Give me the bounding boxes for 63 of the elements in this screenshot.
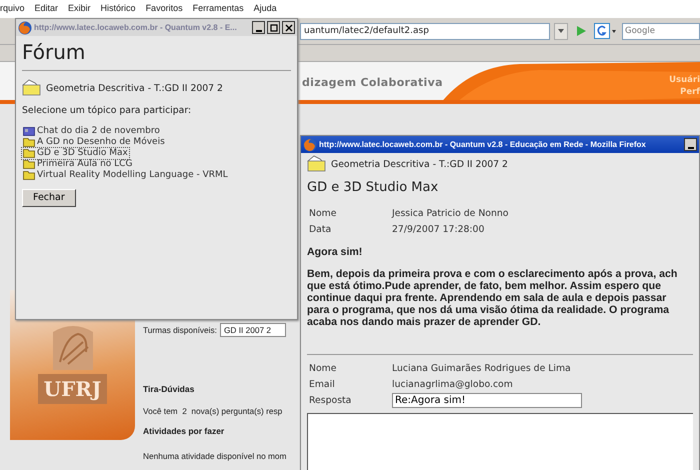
menu-item[interactable]: rquivo	[0, 2, 25, 16]
section-text: Você tem 2 nova(s) pergunta(s) resp	[143, 404, 282, 418]
field-label: Data	[309, 222, 332, 236]
caret-icon	[557, 28, 565, 34]
field-label: Email	[309, 378, 336, 392]
folder-icon	[307, 155, 327, 172]
prompt-text: Selecione um tópico para participar:	[22, 104, 192, 118]
section-heading: Atividades por fazer	[143, 425, 226, 438]
minimize-icon	[256, 30, 262, 32]
globe-icon	[303, 138, 317, 152]
course-title: Geometria Descritiva - T.:GD II 2007 2	[46, 82, 223, 96]
close-icon	[284, 24, 292, 32]
field-value: lucianagrlima@globo.com	[392, 378, 513, 392]
folder-icon	[23, 148, 35, 158]
page-heading: Fórum	[22, 40, 86, 64]
message-subject: Agora sim!	[307, 246, 364, 258]
dropdown-button[interactable]	[554, 22, 568, 40]
section-heading: Tira-Dúvidas	[143, 383, 196, 396]
menu-item[interactable]: Ferramentas	[192, 2, 244, 16]
maximize-button[interactable]	[267, 21, 280, 34]
minimize-icon	[688, 146, 694, 148]
answer-field[interactable]: Re:Agora sim!	[392, 393, 582, 408]
topic-title: GD e 3D Studio Max	[307, 179, 440, 197]
user-info: Usuári Perf	[669, 74, 700, 98]
crest-drawing	[52, 326, 92, 370]
menu-item[interactable]: Editar	[34, 2, 58, 16]
folder-icon	[22, 79, 42, 96]
chat-icon	[23, 126, 35, 136]
window-title: http://www.latec.locaweb.com.br - Quantum v2.8 - E...	[34, 22, 238, 34]
field-label: Nome	[309, 362, 338, 376]
menu-item[interactable]: Histórico	[100, 2, 136, 16]
course-title: Geometria Descritiva - T.:GD II 2007 2	[331, 158, 508, 172]
play-icon	[574, 24, 588, 38]
menu-item[interactable]: Exibir	[68, 2, 91, 16]
search-engine-icon	[594, 23, 618, 39]
folder-icon	[23, 159, 35, 170]
logo-text: UFRJ	[38, 374, 108, 404]
field-value: Luciana Guimarães Rodrigues de Lima	[392, 362, 571, 376]
folder-icon	[23, 170, 35, 180]
topic-link[interactable]: Chat do dia 2 de novembro	[22, 126, 161, 137]
field-label: Turmas disponíveis:	[143, 324, 217, 336]
maximize-icon	[270, 24, 278, 32]
field-value: Jessica Patricio de Nonno	[392, 206, 508, 220]
class-select[interactable]: GD II 2007 2	[220, 323, 286, 337]
minimize-button[interactable]	[684, 138, 697, 151]
window-title: http://www.latec.locaweb.com.br - Quantum v2.8 - Educação em Rede - Mozilla Firefox	[319, 138, 647, 150]
topic-link[interactable]: Virtual Reality Modelling Language - VRML	[22, 170, 229, 181]
field-label: Nome	[309, 206, 338, 220]
message-body: Bem, depois da primeira prova e com o esclarecimento após a prova, ach que está ótimo.Pude aprender, de fato, bem melhor. Assim espero que continue daqui pra frente. Aprendendo em sala de aula e depois passar para o programa, que nos dá uma visão ótima da realidade. O programa acaba nos dando mais prazer de aprender GD.	[307, 268, 678, 328]
globe-icon	[18, 20, 32, 34]
topic-link[interactable]: A GD no Desenho de Móveis	[22, 136, 166, 148]
field-value: 27/9/2007 17:28:00	[392, 222, 484, 236]
close-button[interactable]: Fechar	[22, 188, 76, 208]
menu-item[interactable]: Favoritos	[146, 2, 183, 16]
address-field[interactable]: uantum/latec2/default2.asp	[300, 22, 550, 40]
folder-icon	[23, 137, 35, 148]
banner-title: dizagem Colaborativa	[302, 75, 443, 91]
menu-item[interactable]: Ajuda	[254, 2, 277, 16]
topic-link[interactable]: GD e 3D Studio Max	[22, 148, 129, 159]
close-button[interactable]	[282, 21, 295, 34]
minimize-button[interactable]	[252, 21, 265, 34]
field-label: Resposta	[309, 394, 352, 408]
section-text: Nenhuma atividade disponível no mom	[143, 450, 286, 462]
